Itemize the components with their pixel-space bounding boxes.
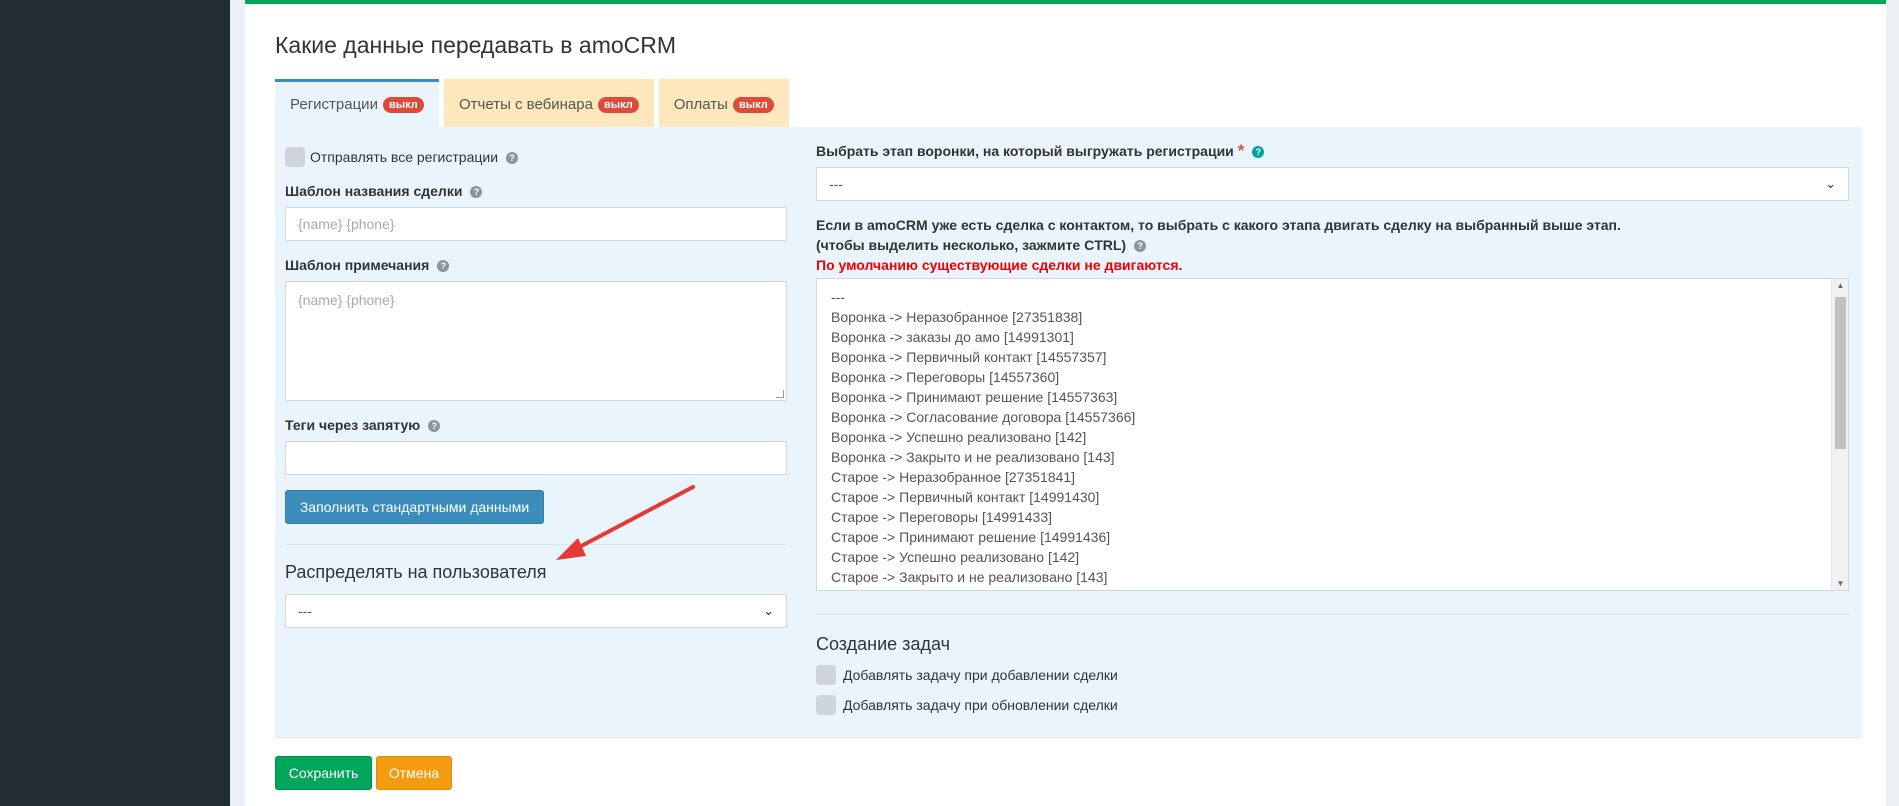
note-label: Шаблон примечания? — [285, 257, 450, 273]
scroll-down-icon[interactable]: ▼ — [1832, 579, 1848, 588]
status-badge: выкл — [597, 96, 639, 113]
distribute-value: --- — [298, 603, 312, 619]
tab-payments[interactable]: Оплаты выкл — [658, 79, 789, 127]
tab-registrations[interactable]: Регистрации выкл — [275, 79, 439, 127]
move-info-line1: Если в amoCRM уже есть сделка с контакто… — [816, 217, 1621, 233]
list-option[interactable]: Старое -> Первичный контакт [14991430] — [831, 487, 1135, 507]
help-icon[interactable]: ? — [506, 152, 519, 164]
send-all-checkbox[interactable] — [285, 147, 305, 167]
list-option[interactable]: Старое -> Закрыто и не реализовано [143] — [831, 567, 1135, 587]
existing-stages-listbox[interactable]: --- Воронка -> Неразобранное [27351838] Во… — [816, 278, 1849, 591]
deal-name-placeholder: {name} {phone} — [298, 216, 395, 232]
list-option[interactable]: Воронка -> Успешно реализовано [142] — [831, 427, 1135, 447]
status-badge: выкл — [382, 96, 424, 113]
task-on-update-label: Добавлять задачу при обновлении сделки — [843, 697, 1118, 713]
required-marker: * — [1237, 141, 1245, 160]
send-all-label: Отправлять все регистрации? — [310, 149, 519, 165]
list-option[interactable]: Старое -> Успешно реализовано [142] — [831, 547, 1135, 567]
task-on-add-label: Добавлять задачу при добавлении сделки — [843, 667, 1118, 683]
distribute-user-select[interactable]: --- ⌄ — [285, 594, 787, 628]
stage-value: --- — [829, 176, 843, 192]
chevron-down-icon: ⌄ — [763, 603, 774, 618]
note-textarea[interactable]: {name} {phone} — [285, 281, 787, 401]
footer-divider — [275, 737, 1862, 738]
cancel-button[interactable]: Отмена — [376, 756, 452, 790]
divider — [816, 614, 1849, 615]
help-icon[interactable]: ? — [1252, 146, 1265, 158]
list-option[interactable]: Воронка -> Согласование договора [145573… — [831, 407, 1135, 427]
help-icon[interactable]: ? — [1134, 240, 1147, 252]
note-placeholder: {name} {phone} — [298, 292, 395, 308]
stage-label: Выбрать этап воронки, на который выгружа… — [816, 141, 1265, 161]
tags-input[interactable] — [285, 441, 787, 475]
scrollbar-thumb[interactable] — [1835, 297, 1846, 449]
move-info-line2: (чтобы выделить несколько, зажмите CTRL)… — [816, 237, 1147, 253]
page-title: Какие данные передавать в amoCRM — [275, 32, 677, 58]
deal-name-label: Шаблон названия сделки? — [285, 183, 483, 199]
help-icon[interactable]: ? — [470, 186, 483, 198]
tabs-bar: Регистрации выкл Отчеты с вебинара выкл … — [275, 79, 794, 127]
task-on-update-checkbox[interactable] — [816, 695, 836, 715]
tags-label: Теги через запятую? — [285, 417, 441, 433]
list-option[interactable]: Воронка -> заказы до амо [14991301] — [831, 327, 1135, 347]
list-option[interactable]: Воронка -> Принимают решение [14557363] — [831, 387, 1135, 407]
status-badge: выкл — [732, 96, 774, 113]
tab-label: Отчеты с вебинара — [459, 96, 593, 113]
tasks-title: Создание задач — [816, 634, 950, 654]
scroll-up-icon[interactable]: ▲ — [1832, 281, 1848, 290]
list-option[interactable]: Старое -> Неразобранное [27351841] — [831, 467, 1135, 487]
tab-webinar-reports[interactable]: Отчеты с вебинара выкл — [444, 79, 654, 127]
fill-defaults-button[interactable]: Заполнить стандартными данными — [285, 490, 544, 524]
list-option[interactable]: Воронка -> Переговоры [14557360] — [831, 367, 1135, 387]
save-button[interactable]: Сохранить — [275, 756, 372, 790]
left-sidebar — [0, 0, 230, 806]
list-option[interactable]: Воронка -> Первичный контакт [14557357] — [831, 347, 1135, 367]
list-option[interactable]: Воронка -> Неразобранное [27351838] — [831, 307, 1135, 327]
deal-name-input[interactable]: {name} {phone} — [285, 207, 787, 241]
list-option[interactable]: --- — [831, 287, 1135, 307]
listbox-scrollbar[interactable]: ▲ ▼ — [1831, 279, 1848, 590]
listbox-options: --- Воронка -> Неразобранное [27351838] Во… — [831, 287, 1135, 587]
help-icon[interactable]: ? — [437, 260, 450, 272]
chevron-down-icon: ⌄ — [1825, 176, 1836, 191]
tab-label: Оплаты — [673, 96, 728, 113]
tab-label: Регистрации — [290, 96, 378, 113]
move-note: По умолчанию существующие сделки не двиг… — [816, 257, 1183, 273]
stage-select[interactable]: --- ⌄ — [816, 167, 1849, 201]
task-on-add-checkbox[interactable] — [816, 665, 836, 685]
list-option[interactable]: Старое -> Принимают решение [14991436] — [831, 527, 1135, 547]
distribute-title: Распределять на пользователя — [285, 562, 547, 582]
resize-handle-icon[interactable] — [776, 390, 784, 398]
list-option[interactable]: Воронка -> Закрыто и не реализовано [143… — [831, 447, 1135, 467]
divider — [285, 544, 787, 545]
list-option[interactable]: Старое -> Переговоры [14991433] — [831, 507, 1135, 527]
help-icon[interactable]: ? — [428, 420, 441, 432]
sidebar-gap — [230, 0, 245, 806]
